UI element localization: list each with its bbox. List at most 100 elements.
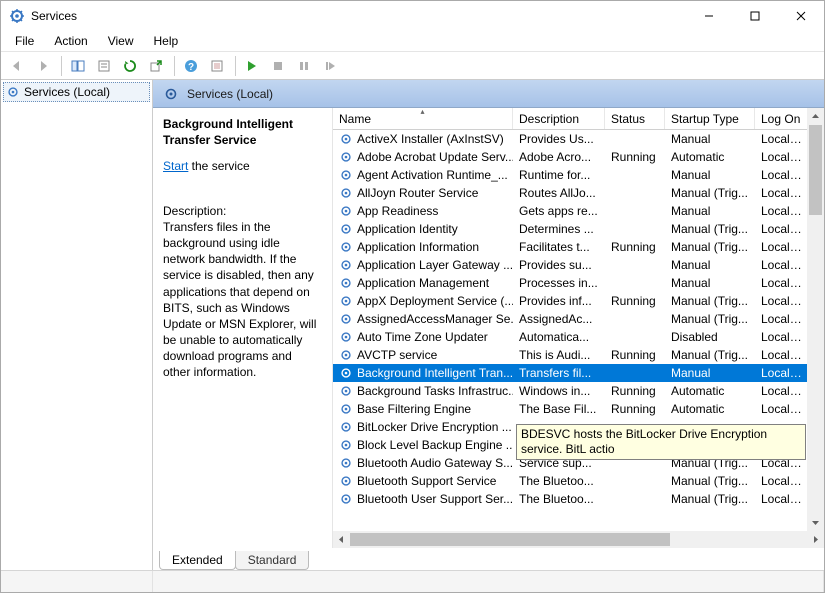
table-row[interactable]: AVCTP serviceThis is Audi...RunningManua… xyxy=(333,346,824,364)
tab-standard[interactable]: Standard xyxy=(235,551,310,570)
col-status[interactable]: Status xyxy=(605,108,665,129)
scroll-track[interactable] xyxy=(807,125,824,514)
table-row[interactable]: AssignedAccessManager Se...AssignedAc...… xyxy=(333,310,824,328)
table-row[interactable]: App ReadinessGets apps re...ManualLocal … xyxy=(333,202,824,220)
table-row[interactable]: Agent Activation Runtime_...Runtime for.… xyxy=(333,166,824,184)
col-description[interactable]: Description xyxy=(513,108,605,129)
menu-file[interactable]: File xyxy=(7,32,42,50)
gear-icon xyxy=(339,222,353,236)
scroll-down-icon[interactable] xyxy=(807,514,824,531)
table-row[interactable]: Application ManagementProcesses in...Man… xyxy=(333,274,824,292)
pause-service-button[interactable] xyxy=(292,54,316,78)
back-button[interactable] xyxy=(5,54,29,78)
cell-description: The Bluetoo... xyxy=(513,474,605,488)
table-row[interactable]: Auto Time Zone UpdaterAutomatica...Disab… xyxy=(333,328,824,346)
service-name-text: Background Tasks Infrastruc... xyxy=(357,384,513,398)
detail-start-line: Start the service xyxy=(163,158,322,174)
table-row[interactable]: Application IdentityDetermines ...Manual… xyxy=(333,220,824,238)
col-logon[interactable]: Log On xyxy=(755,108,811,129)
scroll-left-icon[interactable] xyxy=(333,531,350,548)
cell-logon: Local Se xyxy=(755,402,811,416)
table-row[interactable]: AllJoyn Router ServiceRoutes AllJo...Man… xyxy=(333,184,824,202)
cell-status: Running xyxy=(605,150,665,164)
cell-startup: Automatic xyxy=(665,384,755,398)
cell-startup: Manual xyxy=(665,366,755,380)
properties-button[interactable] xyxy=(92,54,116,78)
maximize-button[interactable] xyxy=(732,1,778,31)
cell-description: Windows in... xyxy=(513,384,605,398)
help-button[interactable]: ? xyxy=(179,54,203,78)
service-name-text: Bluetooth User Support Ser... xyxy=(357,492,513,506)
scroll-thumb[interactable] xyxy=(350,533,670,546)
gear-icon xyxy=(339,150,353,164)
service-name-text: Adobe Acrobat Update Serv... xyxy=(357,150,513,164)
close-button[interactable] xyxy=(778,1,824,31)
start-suffix: the service xyxy=(188,159,249,173)
table-row[interactable]: Base Filtering EngineThe Base Fil...Runn… xyxy=(333,400,824,418)
window-title: Services xyxy=(31,9,77,23)
table-row[interactable]: Bluetooth Support ServiceThe Bluetoo...M… xyxy=(333,472,824,490)
cell-name: App Readiness xyxy=(333,204,513,218)
cell-name: Agent Activation Runtime_... xyxy=(333,168,513,182)
cell-description: Automatica... xyxy=(513,330,605,344)
export-button[interactable] xyxy=(144,54,168,78)
services-list: Name▴ Description Status Startup Type Lo… xyxy=(333,108,824,548)
scroll-right-icon[interactable] xyxy=(807,531,824,548)
forward-button[interactable] xyxy=(31,54,55,78)
cell-description: Adobe Acro... xyxy=(513,150,605,164)
tab-extended[interactable]: Extended xyxy=(159,551,236,570)
start-link[interactable]: Start xyxy=(163,159,188,173)
cell-logon: Local Sy xyxy=(755,312,811,326)
gear-icon xyxy=(339,348,353,362)
cell-description: Provides Us... xyxy=(513,132,605,146)
menu-help[interactable]: Help xyxy=(146,32,187,50)
table-row[interactable]: Bluetooth User Support Ser...The Bluetoo… xyxy=(333,490,824,508)
nav-root-item[interactable]: Services (Local) xyxy=(3,82,150,102)
gear-icon xyxy=(339,186,353,200)
menu-view[interactable]: View xyxy=(100,32,142,50)
table-row[interactable]: AppX Deployment Service (...Provides inf… xyxy=(333,292,824,310)
gear-icon xyxy=(339,438,353,452)
content-header-label: Services (Local) xyxy=(187,87,273,101)
col-name[interactable]: Name▴ xyxy=(333,108,513,129)
start-service-button[interactable] xyxy=(240,54,264,78)
show-hide-tree-button[interactable] xyxy=(66,54,90,78)
cell-logon: Local Sy xyxy=(755,240,811,254)
cell-description: Routes AllJo... xyxy=(513,186,605,200)
scroll-thumb[interactable] xyxy=(809,125,822,215)
tooltip: BDESVC hosts the BitLocker Drive Encrypt… xyxy=(516,424,806,460)
table-row[interactable]: Background Tasks Infrastruc...Windows in… xyxy=(333,382,824,400)
gear-icon xyxy=(339,384,353,398)
cell-description: This is Audi... xyxy=(513,348,605,362)
cell-description: Provides inf... xyxy=(513,294,605,308)
gear-icon xyxy=(339,456,353,470)
cell-startup: Manual xyxy=(665,204,755,218)
table-row[interactable]: Application Layer Gateway ...Provides su… xyxy=(333,256,824,274)
table-row[interactable]: Application InformationFacilitates t...R… xyxy=(333,238,824,256)
cell-description: Transfers fil... xyxy=(513,366,605,380)
table-row[interactable]: Adobe Acrobat Update Serv...Adobe Acro..… xyxy=(333,148,824,166)
service-name-text: Application Layer Gateway ... xyxy=(357,258,513,272)
menu-action[interactable]: Action xyxy=(46,32,95,50)
table-row[interactable]: ActiveX Installer (AxInstSV) Provides Us.… xyxy=(333,130,824,148)
service-rows[interactable]: ActiveX Installer (AxInstSV) Provides Us.… xyxy=(333,130,824,548)
cell-logon: Local Sy xyxy=(755,384,811,398)
nav-tree[interactable]: Services (Local) xyxy=(1,80,153,570)
table-row[interactable]: Background Intelligent Tran...Transfers … xyxy=(333,364,824,382)
minimize-button[interactable] xyxy=(686,1,732,31)
stop-service-button[interactable] xyxy=(266,54,290,78)
col-startup[interactable]: Startup Type xyxy=(665,108,755,129)
cell-startup: Manual xyxy=(665,258,755,272)
restart-service-button[interactable] xyxy=(318,54,342,78)
scroll-up-icon[interactable] xyxy=(807,108,824,125)
properties-sheet-button[interactable] xyxy=(205,54,229,78)
gear-icon xyxy=(339,276,353,290)
service-name-text: Application Information xyxy=(357,240,479,254)
horizontal-scrollbar[interactable] xyxy=(333,531,824,548)
vertical-scrollbar[interactable] xyxy=(807,108,824,531)
scroll-track[interactable] xyxy=(350,531,807,548)
cell-name: Application Identity xyxy=(333,222,513,236)
refresh-button[interactable] xyxy=(118,54,142,78)
service-name-text: ActiveX Installer (AxInstSV) xyxy=(357,132,504,146)
cell-name: Application Management xyxy=(333,276,513,290)
